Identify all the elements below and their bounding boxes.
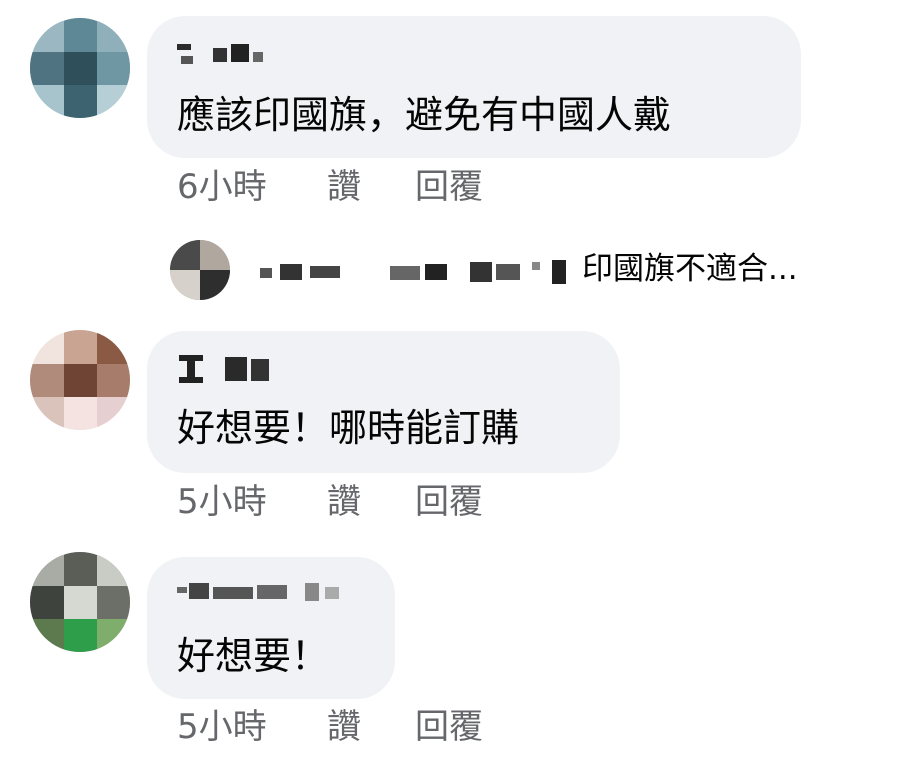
avatar[interactable] <box>30 552 130 652</box>
comment-text: 好想要！ <box>177 634 330 678</box>
comment-text: 應該印國旗，避免有中國人戴 <box>177 93 672 137</box>
author-name[interactable] <box>177 579 347 605</box>
reply-avatar <box>170 240 230 300</box>
like-button[interactable]: 讚 <box>327 170 361 204</box>
redacted-name-icon <box>260 260 566 284</box>
reply-button[interactable]: 回覆 <box>415 710 483 744</box>
timestamp[interactable]: 5小時 <box>177 485 267 519</box>
comment-bubble[interactable]: 應該印國旗，避免有中國人戴 <box>147 16 801 158</box>
reply-author[interactable] <box>260 258 570 288</box>
timestamp[interactable]: 6小時 <box>177 170 267 204</box>
timestamp[interactable]: 5小時 <box>177 710 267 744</box>
author-name[interactable] <box>177 38 287 68</box>
reply-preview[interactable]: 印國旗不適合... <box>170 240 870 300</box>
like-button[interactable]: 讚 <box>327 485 361 519</box>
redacted-name-icon <box>179 355 269 383</box>
redacted-name-icon <box>177 583 339 601</box>
avatar[interactable] <box>30 330 130 430</box>
reply-button[interactable]: 回覆 <box>415 485 483 519</box>
comment-text: 好想要！哪時能訂購 <box>177 406 520 450</box>
comment-bubble[interactable]: 好想要！ <box>147 557 395 699</box>
reply-button[interactable]: 回覆 <box>415 170 483 204</box>
reply-snippet: 印國旗不適合... <box>582 251 798 287</box>
author-name[interactable] <box>177 353 297 385</box>
avatar[interactable] <box>30 18 130 118</box>
comment-bubble[interactable]: 好想要！哪時能訂購 <box>147 331 620 473</box>
redacted-name-icon <box>177 44 263 64</box>
like-button[interactable]: 讚 <box>327 710 361 744</box>
